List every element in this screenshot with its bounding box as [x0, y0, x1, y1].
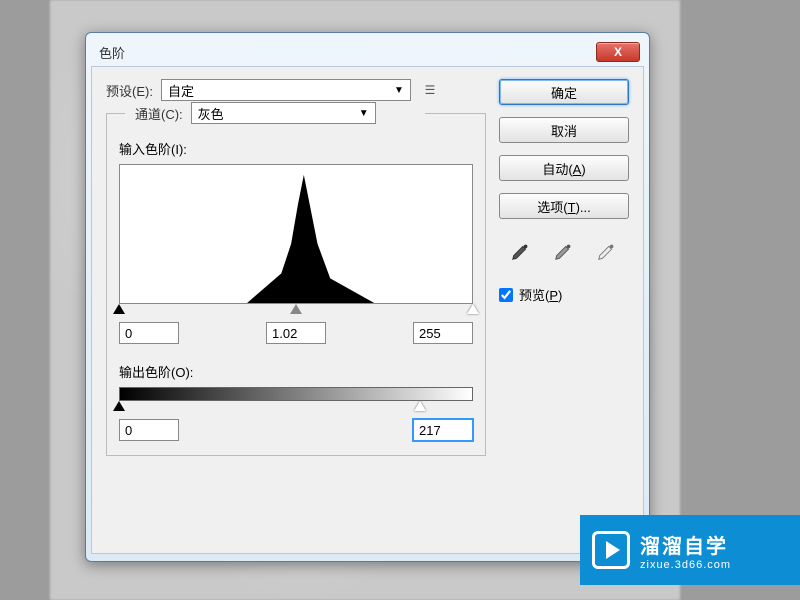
levels-group: 通道(C): 灰色 ▼ 输入色阶(I):: [106, 113, 486, 456]
watermark-text: 溜溜自学 zixue.3d66.com: [640, 530, 731, 571]
dropdown-arrow-icon: ▼: [394, 85, 404, 96]
watermark-sub: zixue.3d66.com: [640, 559, 731, 571]
close-button[interactable]: X: [596, 42, 640, 62]
eyedropper-row: [499, 239, 629, 263]
gray-point-eyedropper-icon[interactable]: [550, 239, 578, 263]
output-values-row: [119, 419, 473, 441]
output-white-field[interactable]: [413, 419, 473, 441]
preset-label: 预设(E):: [106, 81, 153, 100]
options-button[interactable]: 选项(T)...: [499, 193, 629, 219]
preset-menu-icon[interactable]: ☰: [421, 81, 439, 99]
watermark: 溜溜自学 zixue.3d66.com: [580, 515, 800, 585]
channel-label: 通道(C):: [135, 104, 183, 123]
output-gradient: [119, 387, 473, 401]
output-black-field[interactable]: [119, 419, 179, 441]
output-levels-label: 输出色阶(O):: [119, 362, 473, 381]
right-panel: 确定 取消 自动(A) 选项(T)...: [499, 79, 629, 304]
output-black-slider[interactable]: [113, 401, 125, 411]
input-black-field[interactable]: [119, 322, 179, 344]
preview-checkbox-row[interactable]: 预览(P): [499, 285, 629, 304]
input-gamma-field[interactable]: [266, 322, 326, 344]
auto-button[interactable]: 自动(A): [499, 155, 629, 181]
preset-select[interactable]: 自定 ▼: [161, 79, 411, 101]
play-icon: [592, 531, 630, 569]
histogram: [119, 164, 473, 304]
input-values-row: [119, 322, 473, 344]
titlebar[interactable]: 色阶 X: [91, 38, 644, 66]
output-white-slider[interactable]: [414, 401, 426, 411]
channel-select[interactable]: 灰色 ▼: [191, 102, 376, 124]
preset-value: 自定: [168, 81, 194, 100]
input-black-slider[interactable]: [113, 304, 125, 314]
dropdown-arrow-icon: ▼: [359, 108, 369, 119]
input-gamma-slider[interactable]: [290, 304, 302, 314]
black-point-eyedropper-icon[interactable]: [507, 239, 535, 263]
input-levels-label: 输入色阶(I):: [119, 139, 473, 158]
white-point-eyedropper-icon[interactable]: [593, 239, 621, 263]
dialog-title: 色阶: [99, 43, 125, 62]
cancel-button[interactable]: 取消: [499, 117, 629, 143]
channel-value: 灰色: [198, 104, 224, 123]
watermark-title: 溜溜自学: [640, 530, 731, 559]
input-slider-track[interactable]: [119, 304, 473, 316]
preview-checkbox[interactable]: [499, 288, 513, 302]
input-white-field[interactable]: [413, 322, 473, 344]
channel-row: 通道(C): 灰色 ▼: [131, 102, 380, 124]
output-slider-track[interactable]: [119, 401, 473, 413]
ok-button[interactable]: 确定: [499, 79, 629, 105]
input-white-slider[interactable]: [467, 304, 479, 314]
close-icon: X: [614, 45, 622, 59]
dialog-body: 预设(E): 自定 ▼ ☰ 通道(C): 灰色 ▼ 输入色阶(I):: [91, 66, 644, 554]
levels-dialog: 色阶 X 预设(E): 自定 ▼ ☰ 通道(C): 灰色 ▼: [85, 32, 650, 562]
